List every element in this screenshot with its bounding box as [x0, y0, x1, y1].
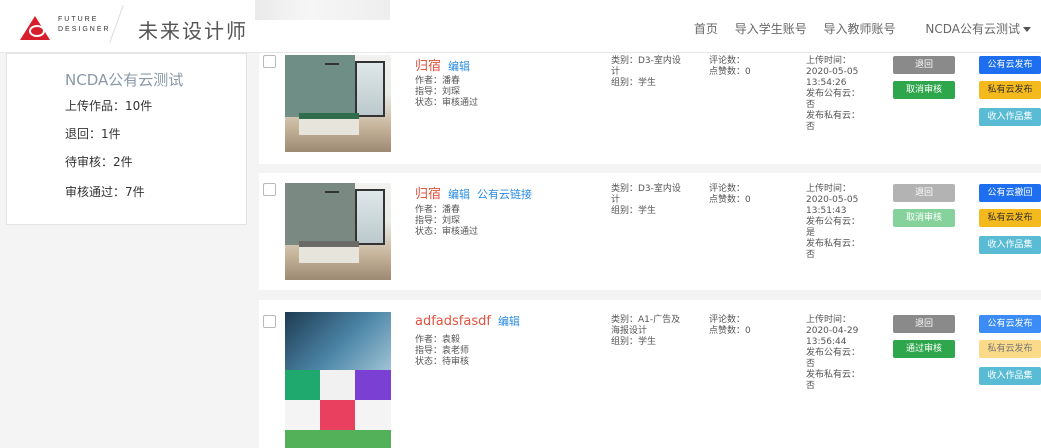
nav-import-teachers[interactable]: 导入教师账号: [824, 22, 896, 36]
public-cloud-withdraw-button[interactable]: 公有云撤回: [979, 184, 1041, 202]
stats-col: 评论数： 点赞数：0: [709, 56, 751, 77]
stats-col: 评论数： 点赞数：0: [709, 184, 751, 205]
cancel-review-button[interactable]: 取消审核: [893, 209, 955, 227]
tile: [285, 370, 320, 400]
public-cloud-publish-button[interactable]: 公有云发布: [979, 56, 1041, 74]
stat-uploaded[interactable]: 上传作品：10件: [65, 97, 152, 114]
edit-link[interactable]: 编辑: [448, 188, 470, 201]
work-thumbnail[interactable]: [285, 312, 391, 448]
caret-down-icon: [1023, 27, 1031, 32]
logo-triangle-icon: [20, 16, 50, 40]
add-to-collection-button[interactable]: 收入作品集: [979, 108, 1041, 126]
tile: [355, 400, 391, 430]
sidebar-summary: NCDA公有云测试 上传作品：10件 退回：1件 待审核：2件 审核通过：7件: [6, 53, 247, 225]
top-nav: 首页 导入学生账号 导入教师账号 NCDA公有云测试: [681, 20, 1031, 37]
sidebar-title: NCDA公有云测试: [65, 71, 184, 89]
cancel-review-button[interactable]: 取消审核: [893, 81, 955, 99]
select-checkbox[interactable]: [263, 183, 276, 196]
select-checkbox[interactable]: [263, 315, 276, 328]
return-button[interactable]: 退回: [893, 56, 955, 74]
upload-col: 上传时间： 2020-05-05 13:54:26 发布公有云： 否 发布私有云…: [806, 56, 861, 132]
private-cloud-publish-button[interactable]: 私有云发布: [979, 340, 1041, 358]
nav-account-menu[interactable]: NCDA公有云测试: [912, 22, 1031, 36]
work-card: adfadsfasdf 编辑 作者：袁毅 指导：袁老师 状态：待审核 类别：A1-…: [259, 300, 1041, 448]
nav-home[interactable]: 首页: [694, 22, 718, 36]
stat-approved[interactable]: 审核通过：7件: [65, 183, 145, 200]
tile: [285, 430, 391, 448]
work-title[interactable]: 归宿 编辑 公有云链接: [415, 183, 532, 202]
upload-col: 上传时间： 2020-05-05 13:51:43 发布公有云： 是 发布私有云…: [806, 184, 861, 260]
return-button[interactable]: 退回: [893, 315, 955, 333]
select-checkbox[interactable]: [263, 55, 276, 68]
logo[interactable]: FUTURE DESIGNER: [12, 12, 140, 40]
stats-col: 评论数： 点赞数：0: [709, 315, 751, 336]
work-meta: 作者：潘春 指导：刘琛 状态：审核通过: [415, 205, 479, 237]
stat-returned[interactable]: 退回：1件: [65, 125, 121, 142]
work-thumbnail[interactable]: [285, 55, 391, 152]
site-name: 未来设计师: [138, 19, 248, 43]
tile: [355, 370, 391, 400]
top-header: FUTURE DESIGNER 未来设计师 首页 导入学生账号 导入教师账号 N…: [0, 0, 1041, 53]
work-meta: 作者：潘春 指导：刘琛 状态：审核通过: [415, 76, 479, 108]
tile: [320, 400, 355, 430]
public-cloud-link[interactable]: 公有云链接: [477, 188, 532, 201]
nav-import-students[interactable]: 导入学生账号: [735, 22, 807, 36]
work-title[interactable]: adfadsfasdf 编辑: [415, 313, 520, 329]
upload-col: 上传时间： 2020-04-29 13:56:44 发布公有云： 否 发布私有云…: [806, 315, 861, 391]
return-button[interactable]: 退回: [893, 184, 955, 202]
work-card: 归宿 编辑 作者：潘春 指导：刘琛 状态：审核通过 类别：D3-室内设 计 组别：…: [259, 53, 1041, 164]
tile: [320, 370, 355, 400]
category-col: 类别：A1-广告及 海报设计 组别：学生: [611, 315, 681, 347]
stat-pending[interactable]: 待审核：2件: [65, 153, 133, 170]
public-cloud-publish-button[interactable]: 公有云发布: [979, 315, 1041, 333]
edit-link[interactable]: 编辑: [448, 60, 470, 73]
edit-link[interactable]: 编辑: [498, 315, 520, 328]
tile: [285, 400, 320, 430]
add-to-collection-button[interactable]: 收入作品集: [979, 236, 1041, 254]
work-card: 归宿 编辑 公有云链接 作者：潘春 指导：刘琛 状态：审核通过 类别：D3-室内设 …: [259, 173, 1041, 290]
add-to-collection-button[interactable]: 收入作品集: [979, 367, 1041, 385]
work-meta: 作者：袁毅 指导：袁老师 状态：待审核: [415, 335, 470, 367]
approve-review-button[interactable]: 通过审核: [893, 340, 955, 358]
category-col: 类别：D3-室内设 计 组别：学生: [611, 184, 681, 216]
work-thumbnail[interactable]: [285, 183, 391, 280]
category-col: 类别：D3-室内设 计 组别：学生: [611, 56, 681, 88]
private-cloud-publish-button[interactable]: 私有云发布: [979, 209, 1041, 227]
banner-thumbnail: [255, 0, 390, 20]
work-title[interactable]: 归宿 编辑: [415, 55, 470, 74]
logo-text: FUTURE DESIGNER: [58, 16, 111, 33]
private-cloud-publish-button[interactable]: 私有云发布: [979, 81, 1041, 99]
